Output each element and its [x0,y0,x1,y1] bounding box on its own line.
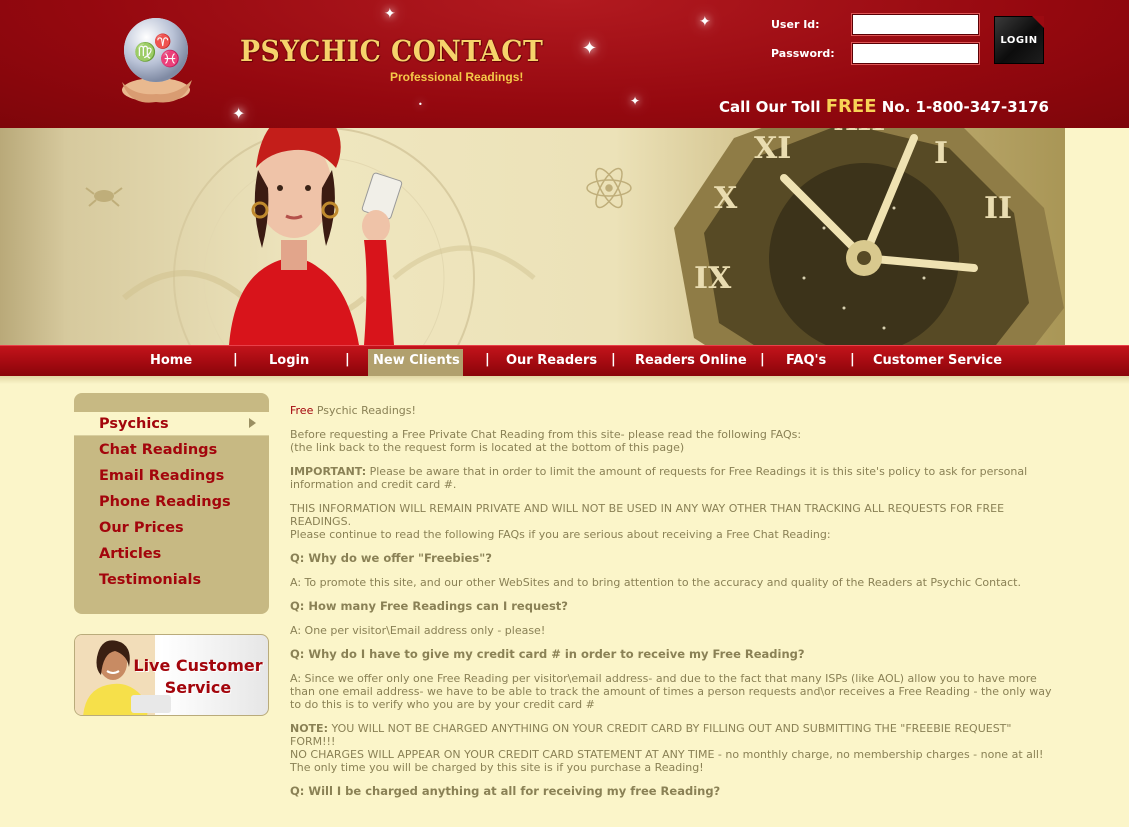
user-id-input[interactable] [852,14,979,35]
password-label: Password: [771,47,835,60]
note-label: NOTE: [290,722,328,735]
svg-text:♈: ♈ [154,33,171,50]
sidebar-item-articles[interactable]: Articles [99,546,161,562]
title-free: Free [290,404,314,417]
nav-separator: | [760,352,765,367]
svg-text:XII: XII [834,128,885,138]
page-title: Free Psychic Readings! [290,404,1060,417]
important-text: Please be aware that in order to limit t… [290,465,1028,491]
note-text: YOU WILL NOT BE CHARGED ANYTHING ON YOUR… [290,722,1012,748]
banner-right-edge [1065,128,1129,345]
live-customer-line: Live Customer [133,656,263,675]
login-button-label: LOGIN [1000,34,1038,46]
toll-prefix: Call Our Toll [719,98,826,116]
sidebar-item-email-readings[interactable]: Email Readings [99,468,224,484]
atom-icon [586,167,632,209]
important-label: IMPORTANT: [290,465,367,478]
logo-subtitle: Professional Readings! [390,70,524,84]
svg-text:IX: IX [694,261,732,296]
cancer-crab-icon [85,187,123,207]
faq-answer: A: One per visitor\Email address only - … [290,624,546,637]
sparkle-icon: ✦ [582,38,598,59]
privacy-paragraph: THIS INFORMATION WILL REMAIN PRIVATE AND… [290,502,1060,541]
privacy-caps: THIS INFORMATION WILL REMAIN PRIVATE AND… [290,502,1005,528]
psychic-woman-photo [229,128,403,345]
sparkle-icon: ✦ [630,94,641,108]
svg-text:II: II [984,191,1012,226]
toll-free-word: FREE [825,96,877,117]
intro-line-2: (the link back to the request form is lo… [290,441,685,454]
nav-home[interactable]: Home [150,353,192,368]
faq-answer: A: Since we offer only one Free Reading … [290,672,1052,711]
sidebar-item-psychics[interactable]: Psychics [99,416,169,432]
crystal-ball-logo-icon[interactable]: ♍ ♈ ♓ [110,10,206,106]
nav-readers-online[interactable]: Readers Online [635,353,747,368]
login-button[interactable]: LOGIN [994,16,1044,64]
faq-question: Q: Will I be charged anything at all for… [290,784,721,798]
sparkle-icon: ✦ [384,6,396,22]
nav-separator: | [345,352,350,367]
svg-text:I: I [934,136,948,171]
note-line-3: The only time you will be charged by thi… [290,761,704,774]
user-id-label: User Id: [771,18,820,31]
logo-title: PSYCHIC CONTACT [240,34,544,68]
main-content: Free Psychic Readings! Before requesting… [290,404,1060,809]
service-line: Service [164,678,232,697]
nav-faqs[interactable]: FAQ's [786,353,826,368]
toll-free-number: Call Our Toll FREE No. 1-800-347-3176 [719,96,1049,117]
note-paragraph: NOTE: YOU WILL NOT BE CHARGED ANYTHING O… [290,722,1060,774]
toll-number: No. 1-800-347-3176 [876,98,1049,116]
sidebar-item-testimonials[interactable]: Testimonials [99,572,201,588]
site-header: ✦ ✦ ✦ ✦ ✦ • ♍ ♈ ♓ PSYCHIC CONTACT Profes… [0,0,1129,128]
svg-text:X: X [714,181,738,216]
nav-new-clients-label: New Clients [373,353,460,368]
sparkle-icon: ✦ [232,104,246,123]
important-paragraph: IMPORTANT: Please be aware that in order… [290,465,1060,491]
main-nav: Home | Login | New Clients | Our Readers… [0,345,1129,376]
nav-our-readers[interactable]: Our Readers [506,353,597,368]
faq-question: Q: How many Free Readings can I request? [290,599,568,613]
faq-question: Q: Why do I have to give my credit card … [290,647,805,661]
nav-separator: | [850,352,855,367]
sidebar-item-chat-readings[interactable]: Chat Readings [99,442,217,458]
nav-separator: | [611,352,616,367]
sidebar-item-our-prices[interactable]: Our Prices [99,520,184,536]
privacy-continue: Please continue to read the following FA… [290,528,831,541]
nav-separator: | [485,352,490,367]
chevron-right-icon [249,418,256,428]
nav-login[interactable]: Login [269,353,309,368]
sparkle-icon: • [418,100,423,109]
live-customer-service-text[interactable]: Live Customer Service [133,655,263,699]
sidebar-item-phone-readings[interactable]: Phone Readings [99,494,231,510]
password-input[interactable] [852,43,979,64]
nav-new-clients[interactable]: New Clients [368,349,463,376]
svg-text:♓: ♓ [160,49,180,68]
hero-banner: X XI XII I II IX [64,128,1065,345]
banner-left-edge [0,128,64,345]
astrological-clock: X XI XII I II IX [674,128,1064,345]
title-rest: Psychic Readings! [313,404,416,417]
intro-line-1: Before requesting a Free Private Chat Re… [290,428,802,441]
nav-separator: | [233,352,238,367]
sparkle-icon: ✦ [699,14,711,30]
nav-shadow [0,376,1129,384]
note-line-2: NO CHARGES WILL APPEAR ON YOUR CREDIT CA… [290,748,1044,761]
faq-answer: A: To promote this site, and our other W… [290,576,1021,589]
nav-customer-service[interactable]: Customer Service [873,353,1002,368]
banner-artwork: X XI XII I II IX [85,128,1064,345]
svg-text:XI: XI [754,131,791,166]
intro-paragraph: Before requesting a Free Private Chat Re… [290,428,1060,454]
faq-question: Q: Why do we offer "Freebies"? [290,551,492,565]
